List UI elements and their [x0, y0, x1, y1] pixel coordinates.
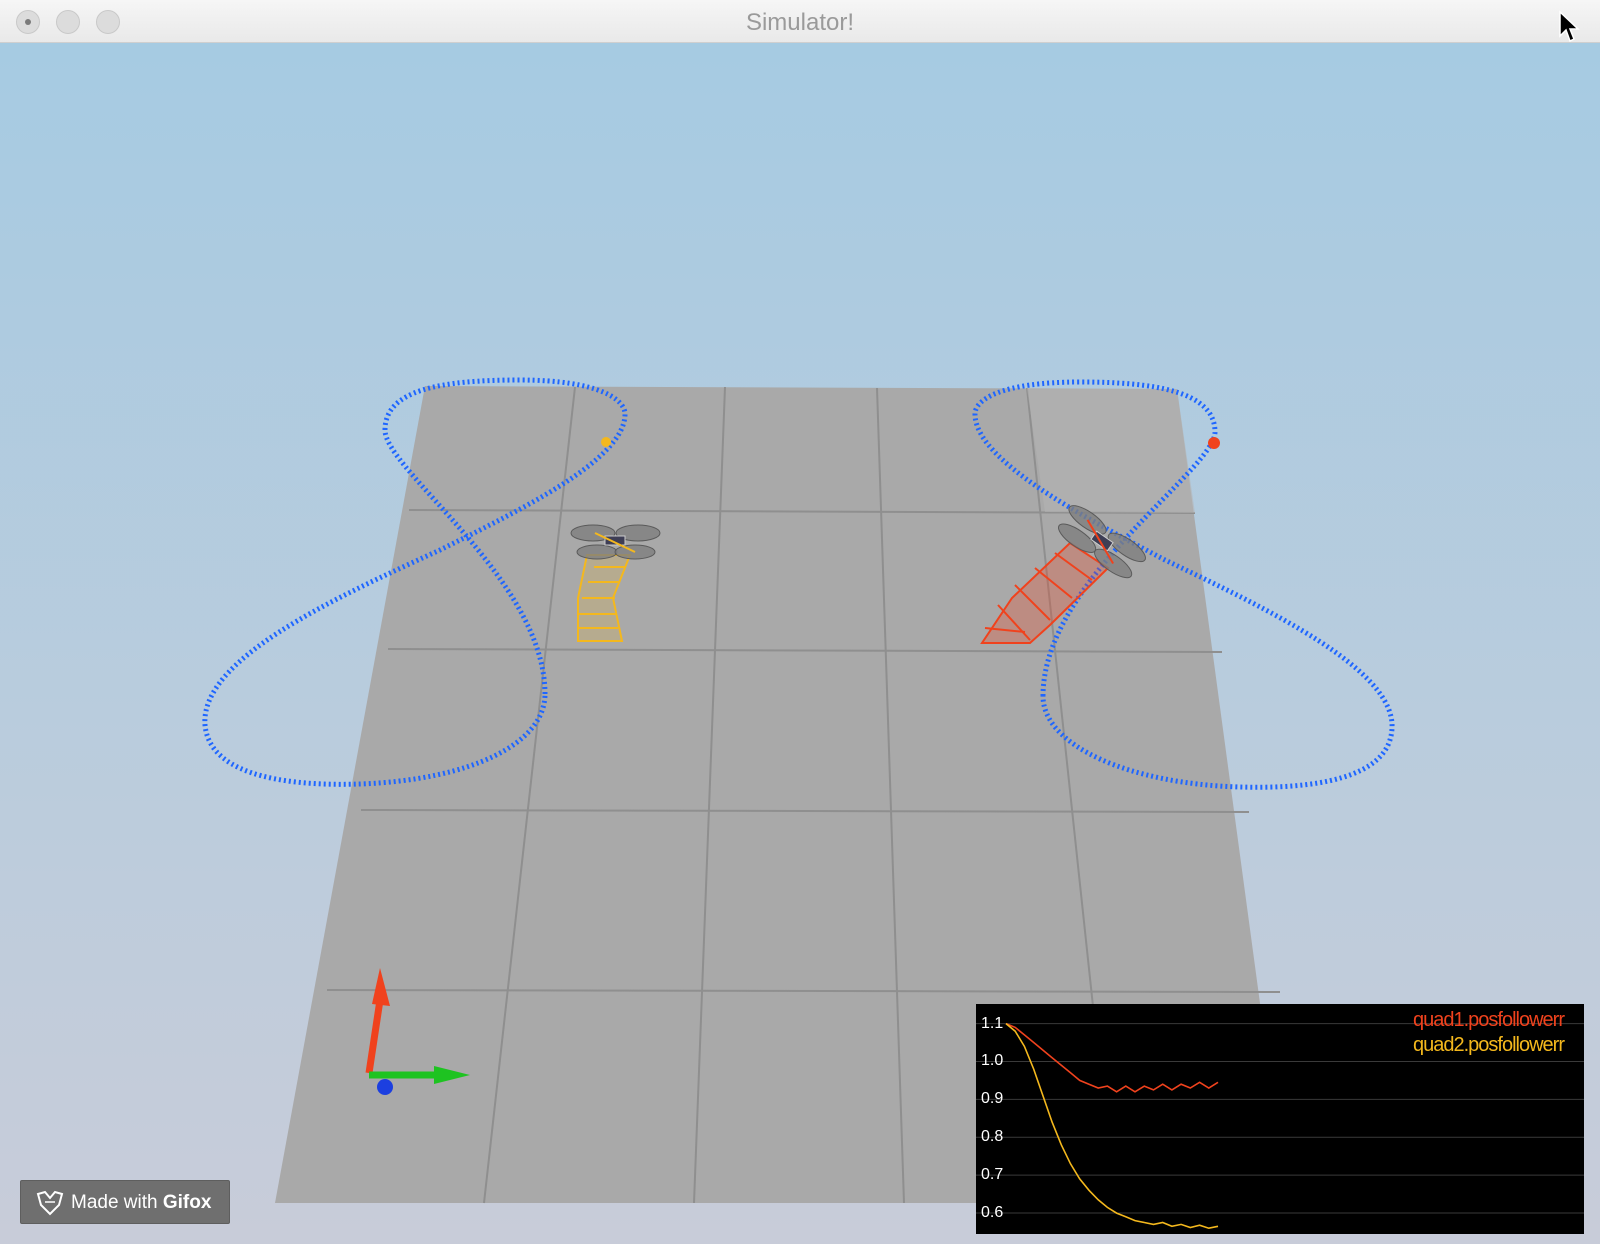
watermark-text: Made with Gifox — [71, 1192, 211, 1214]
y-tick-label: 1.0 — [981, 1052, 1004, 1070]
quad2-target-marker — [601, 437, 611, 447]
series-line-2 — [1005, 1022, 1219, 1230]
legend-quad2: quad2.posfollowerr — [1413, 1034, 1565, 1056]
y-tick-label: 0.6 — [981, 1204, 1004, 1222]
watermark-prefix: Made with — [71, 1192, 163, 1213]
gifox-fox-icon — [36, 1190, 64, 1216]
title-bar: Simulator! — [0, 0, 1600, 43]
y-tick-label: 1.1 — [981, 1014, 1004, 1032]
legend-quad1: quad1.posfollowerr — [1413, 1009, 1565, 1031]
watermark-brand: Gifox — [162, 1192, 212, 1213]
error-plot[interactable]: 1.1 1.0 0.9 0.8 0.7 0.6 quad1.posfollowerr qu… — [976, 1004, 1584, 1234]
quad1-target-marker — [1208, 437, 1220, 449]
y-tick-label: 0.8 — [981, 1128, 1004, 1146]
y-tick-label: 0.7 — [981, 1166, 1004, 1184]
y-tick-label: 0.9 — [981, 1090, 1004, 1108]
cursor-icon — [1559, 10, 1580, 43]
window-title: Simulator! — [745, 9, 855, 36]
gifox-watermark[interactable]: Made with Gifox — [20, 1180, 230, 1224]
